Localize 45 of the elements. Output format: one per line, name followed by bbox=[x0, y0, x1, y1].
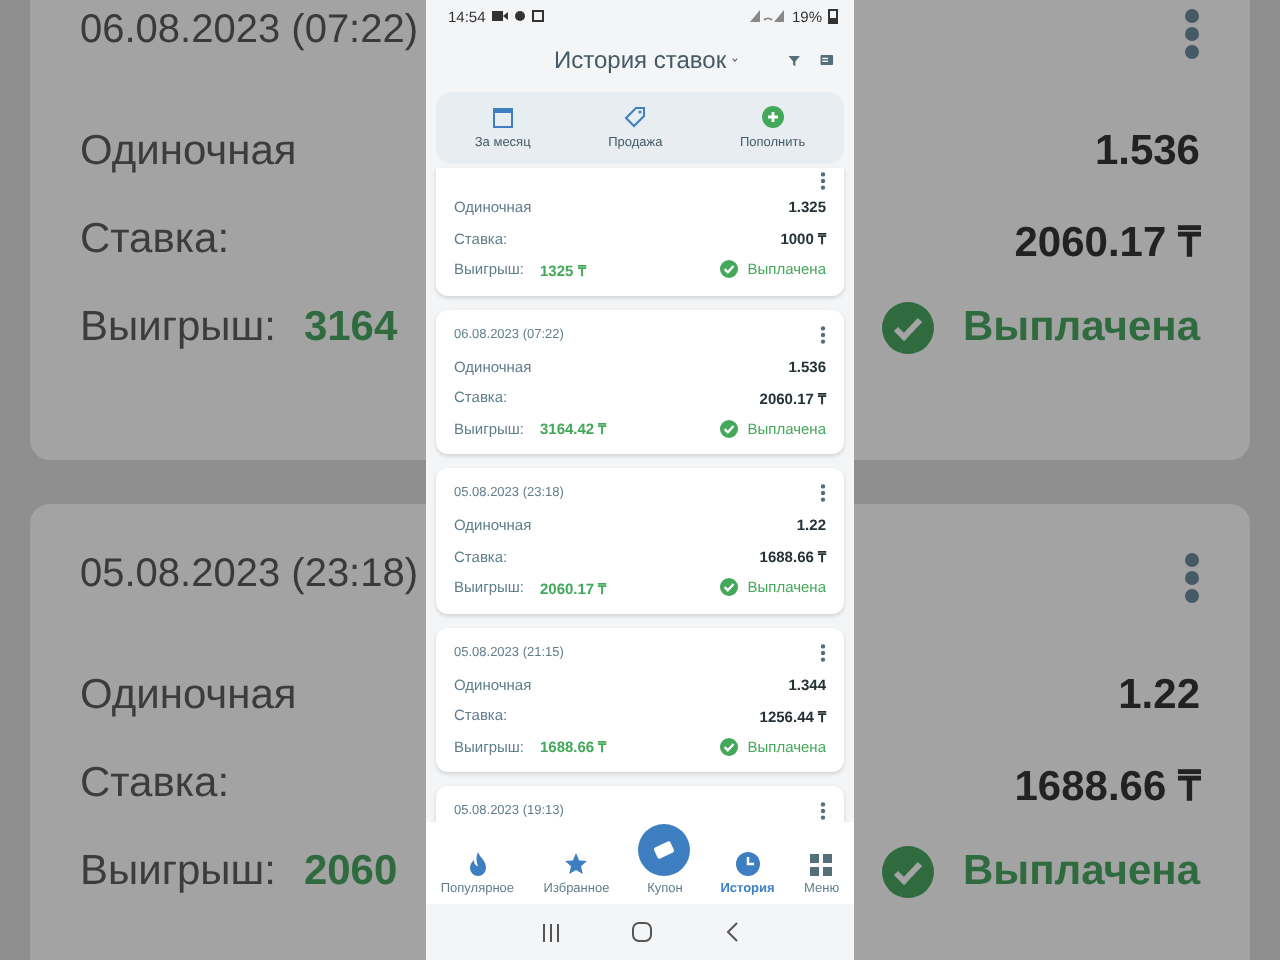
check-icon bbox=[882, 846, 935, 898]
star-icon bbox=[564, 852, 589, 876]
home-icon[interactable] bbox=[632, 922, 653, 942]
status-text: Выплачена bbox=[962, 848, 1200, 896]
battery-icon bbox=[828, 8, 838, 24]
plus-icon bbox=[761, 106, 784, 128]
camera-icon bbox=[491, 10, 508, 22]
more-icon[interactable] bbox=[820, 643, 826, 661]
more-icon[interactable] bbox=[820, 171, 826, 189]
calendar-icon bbox=[491, 106, 514, 128]
card-icon[interactable] bbox=[820, 50, 834, 70]
flame-icon bbox=[467, 852, 488, 876]
more-icon[interactable] bbox=[820, 484, 826, 502]
stake-label: Ставка: bbox=[80, 214, 232, 266]
check-icon bbox=[719, 419, 738, 438]
status-text: Выплачена bbox=[962, 304, 1200, 352]
more-icon[interactable] bbox=[820, 802, 826, 820]
check-icon bbox=[882, 302, 935, 354]
clock-icon bbox=[735, 852, 760, 876]
win-label: Выигрыш: bbox=[80, 848, 276, 896]
odds-value: 1.536 bbox=[1094, 126, 1200, 178]
signal-icon bbox=[749, 10, 786, 22]
recent-apps-icon[interactable] bbox=[542, 923, 561, 941]
check-icon bbox=[719, 260, 738, 279]
more-icon[interactable] bbox=[820, 325, 826, 343]
tag-icon bbox=[624, 106, 647, 128]
stake-amount: 2060.17 ₸ bbox=[1014, 218, 1200, 270]
check-icon bbox=[719, 578, 738, 597]
bet-type: Одиночная bbox=[80, 126, 299, 178]
bet-date: 06.08.2023 (07:22) bbox=[80, 8, 421, 56]
bet-type: Одиночная bbox=[80, 670, 299, 722]
bet-date: 05.08.2023 (23:18) bbox=[80, 552, 421, 600]
caret-icon[interactable] bbox=[732, 56, 738, 64]
win-amount: 2060 bbox=[303, 848, 398, 896]
stake-label: Ставка: bbox=[80, 758, 232, 810]
odds-value: 1.22 bbox=[1118, 670, 1200, 722]
more-icon bbox=[1184, 8, 1200, 60]
page-title[interactable]: История ставок bbox=[554, 46, 727, 74]
win-amount: 3164 bbox=[303, 304, 398, 352]
more-icon bbox=[1184, 552, 1200, 604]
back-icon[interactable] bbox=[725, 922, 738, 942]
stake-amount: 1688.66 ₸ bbox=[1014, 762, 1200, 814]
check-icon bbox=[719, 737, 738, 756]
win-label: Выигрыш: bbox=[80, 304, 276, 352]
menu-grid-icon bbox=[810, 854, 833, 876]
